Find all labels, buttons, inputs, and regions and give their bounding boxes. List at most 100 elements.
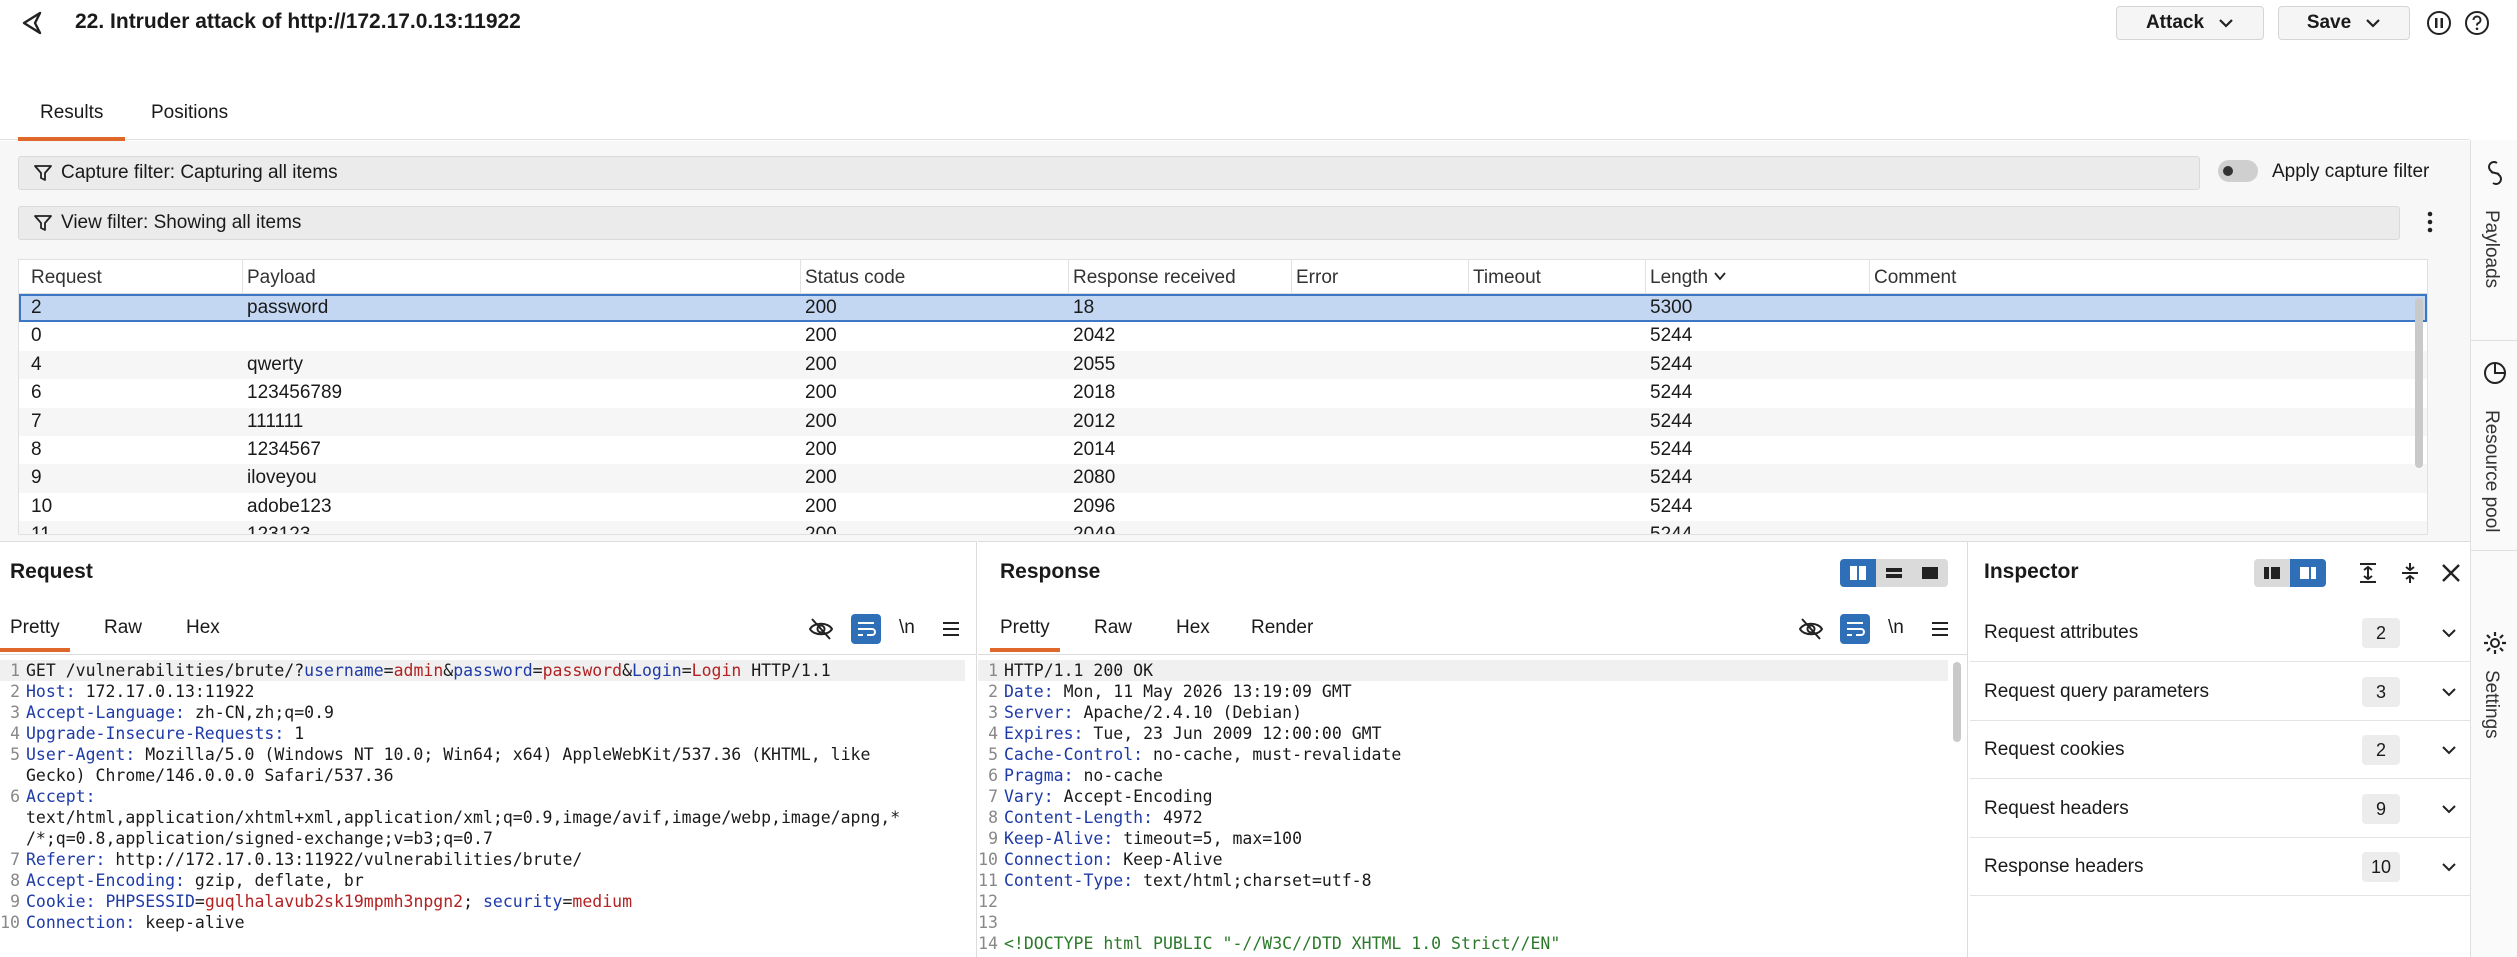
hide-icon[interactable] [808,616,834,642]
close-icon[interactable] [2440,562,2462,584]
request-tab-pretty[interactable]: Pretty [0,617,70,652]
resource-pool-icon [2484,362,2506,384]
expand-all-icon[interactable] [2356,561,2380,585]
table-row[interactable]: 4 qwerty 200 2055 5244 [19,350,2427,380]
cell-payload: qwerty [247,353,303,375]
code-token: Referer: [26,850,106,869]
table-scrollbar[interactable] [2415,298,2423,468]
apply-capture-toggle[interactable] [2218,160,2258,182]
inspector-layout-toggle[interactable] [2254,559,2326,587]
collapse-all-icon[interactable] [2398,561,2422,585]
code-token: medium [572,892,633,911]
inspector-title: Inspector [1984,560,2079,583]
col-timeout[interactable]: Timeout [1473,267,1541,289]
col-error[interactable]: Error [1296,267,1338,289]
wrap-toggle-button[interactable] [851,614,881,644]
layout-split-button[interactable] [1840,559,1876,587]
attack-label: Attack [2145,12,2205,33]
tab-results[interactable]: Results [17,102,126,141]
cell-length: 5244 [1650,353,1693,375]
capture-filter-bar[interactable]: Capture filter: Capturing all items [18,156,2200,190]
code-line: 6 Accept: [0,786,965,807]
table-row[interactable]: 10 adobe123 200 2096 5244 [19,493,2427,521]
table-row[interactable]: 11 123123 200 2049 5244 [19,521,2427,535]
table-row[interactable]: 6 123456789 200 2018 5244 [19,379,2427,407]
col-payload[interactable]: Payload [247,267,316,289]
code-token: Server: [1004,703,1074,722]
help-icon[interactable] [2464,10,2490,36]
layout-rows-button[interactable] [1876,559,1912,587]
menu-icon[interactable] [1927,616,1953,642]
window-title: 22. Intruder attack of http://172.17.0.1… [75,10,521,33]
request-tab-hex[interactable]: Hex [186,617,220,639]
code-token: Date: [1004,682,1054,701]
inspector-section[interactable]: Request query parameters 3 [1970,663,2470,721]
pause-icon[interactable] [2426,10,2452,36]
rail-payloads-label: Payloads [2481,210,2502,289]
inspector-section[interactable]: Request headers 9 [1970,780,2470,838]
rows-icon [1886,568,1902,578]
response-tab-pretty[interactable]: Pretty [990,617,1060,652]
col-comment[interactable]: Comment [1874,267,1956,289]
code-line: 8 Accept-Encoding: gzip, deflate, br [0,870,965,891]
line-number: 7 [988,787,998,806]
response-tab-render[interactable]: Render [1251,617,1313,639]
inspector-section[interactable]: Request cookies 2 [1970,721,2470,779]
sort-desc-icon [1714,272,1727,281]
response-scrollbar[interactable] [1953,662,1961,742]
inspector-section[interactable]: Response headers 10 [1970,838,2470,896]
code-token: Accept: [26,787,96,806]
newline-toggle[interactable]: \n [899,617,915,639]
response-editor[interactable]: 1 HTTP/1.1 200 OK 2 Date: Mon, 11 May 2026 … [978,660,1948,954]
col-request[interactable]: Request [31,267,102,289]
code-token: Tue, 23 Jun 2009 12:00:00 GMT [1083,724,1382,743]
table-row[interactable]: 0 200 2042 5244 [19,322,2427,350]
layout-single-button[interactable] [1912,559,1948,587]
code-line: 6 Pragma: no-cache [978,765,1948,786]
line-number: 4 [10,724,20,743]
view-filter-bar[interactable]: View filter: Showing all items [18,206,2400,240]
cell-status: 200 [805,524,837,535]
table-row[interactable]: 9 iloveyou 200 2080 5244 [19,464,2427,493]
newline-toggle[interactable]: \n [1888,617,1904,639]
code-token: Expires: [1004,724,1084,743]
request-panel: Request Pretty Raw Hex \n 1 GET /vulnerab… [0,541,977,957]
cell-received: 2014 [1073,438,1116,460]
response-tab-raw[interactable]: Raw [1094,617,1132,639]
table-row[interactable]: 8 1234567 200 2014 5244 [19,436,2427,464]
code-token: Apache/2.4.10 (Debian) [1073,703,1303,722]
more-options-icon[interactable] [2420,207,2440,237]
tab-positions[interactable]: Positions [151,102,228,124]
code-token: username [304,661,384,680]
layout-toggle[interactable] [1840,559,1948,587]
request-editor[interactable]: 1 GET /vulnerabilities/brute/?username=ad… [0,660,965,933]
attack-button[interactable]: Attack [2116,6,2264,40]
code-token: Login [691,661,742,680]
inspector-left-button[interactable] [2254,559,2290,587]
back-icon[interactable] [18,9,46,37]
col-status-code[interactable]: Status code [805,267,905,289]
chevron-down-icon [2442,746,2456,755]
menu-icon[interactable] [938,616,964,642]
wrap-toggle-button[interactable] [1840,614,1870,644]
table-row[interactable]: 2 password 200 18 5300 [19,294,2427,323]
cell-length: 5244 [1650,495,1693,517]
rail-settings[interactable]: Settings [2471,550,2517,750]
col-length[interactable]: Length [1650,267,1727,289]
request-title: Request [10,560,93,583]
code-token: Keep-Alive [1113,850,1223,869]
col-response-received[interactable]: Response received [1073,267,1236,289]
line-number: 2 [10,682,20,701]
rail-payloads[interactable]: Payloads [2471,140,2517,340]
inspector-section[interactable]: Request attributes 2 [1970,604,2470,662]
code-line: 9 Cookie: PHPSESSID=guqlhalavub2sk19mpmh3… [0,891,965,912]
cell-status: 200 [805,495,837,517]
chevron-down-icon [2366,19,2380,28]
save-button[interactable]: Save [2278,6,2410,40]
request-tab-raw[interactable]: Raw [104,617,142,639]
inspector-right-button[interactable] [2290,559,2326,587]
response-tab-hex[interactable]: Hex [1176,617,1210,639]
hide-icon[interactable] [1798,616,1824,642]
table-row[interactable]: 7 111111 200 2012 5244 [19,407,2427,436]
code-token: Content-Length: [1004,808,1154,827]
